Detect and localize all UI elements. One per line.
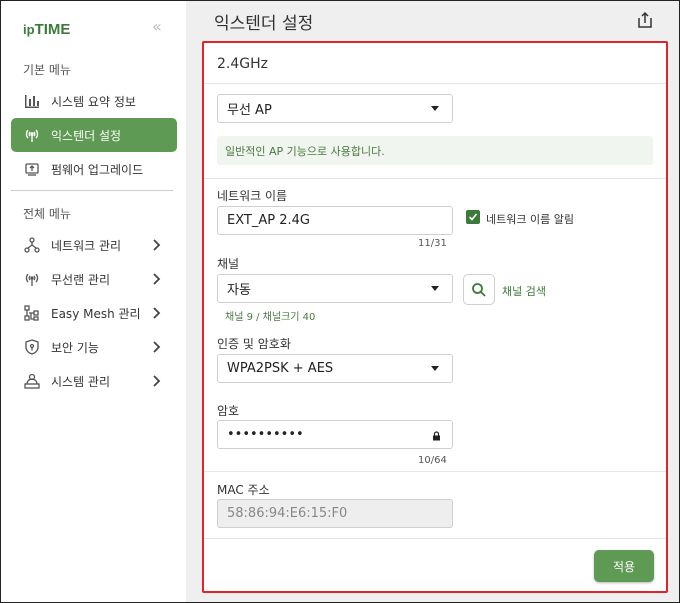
sidebar-item-system[interactable]: 시스템 관리 bbox=[11, 364, 177, 398]
mesh-tree-icon bbox=[23, 304, 41, 322]
sidebar-item-firmware-upgrade[interactable]: 펌웨어 업그레이드 bbox=[11, 152, 177, 186]
section-divider bbox=[204, 538, 666, 539]
chevron-right-icon bbox=[153, 375, 161, 387]
auth-select[interactable]: WPA2PSK + AES bbox=[217, 354, 453, 383]
collapse-sidebar-icon[interactable]: « bbox=[152, 19, 168, 35]
mac-label: MAC 주소 bbox=[217, 483, 270, 497]
channel-search-button[interactable] bbox=[463, 274, 495, 305]
dropdown-caret-icon bbox=[431, 366, 439, 371]
lock-icon bbox=[433, 431, 440, 441]
network-nodes-icon bbox=[23, 236, 41, 254]
main-panel: 익스텐더 설정 2.4GHz 무선 AP 일반적인 AP 기능으로 사용합니다.… bbox=[186, 1, 679, 602]
sidebar-item-easy-mesh[interactable]: Easy Mesh 관리 bbox=[11, 296, 177, 330]
mode-select[interactable]: 무선 AP bbox=[217, 94, 453, 123]
dropdown-caret-icon bbox=[431, 286, 439, 291]
channel-select-value: 자동 bbox=[227, 283, 251, 298]
sidebar-item-system-summary[interactable]: 시스템 요약 정보 bbox=[11, 84, 177, 118]
user-system-icon bbox=[23, 372, 41, 390]
chevron-right-icon bbox=[153, 307, 161, 319]
sidebar-divider bbox=[11, 190, 173, 191]
mac-address-field: 58:86:94:E6:15:F0 bbox=[217, 499, 453, 528]
section-title: 2.4GHz bbox=[217, 56, 268, 72]
sidebar-item-label: 네트워크 관리 bbox=[51, 238, 122, 253]
password-label: 암호 bbox=[217, 404, 240, 418]
sidebar-item-label: 익스텐더 설정 bbox=[51, 128, 122, 143]
page-title: 익스텐더 설정 bbox=[214, 14, 314, 34]
channel-hint: 채널 9 / 채널크기 40 bbox=[225, 312, 316, 323]
sidebar-item-extender-settings[interactable]: 익스텐더 설정 bbox=[11, 118, 177, 152]
all-menu-heading: 전체 메뉴 bbox=[23, 207, 71, 221]
basic-menu-heading: 기본 메뉴 bbox=[23, 63, 71, 77]
channel-label: 채널 bbox=[217, 257, 240, 271]
firmware-chip-icon bbox=[23, 160, 41, 178]
mode-select-value: 무선 AP bbox=[227, 103, 272, 118]
export-icon[interactable] bbox=[636, 11, 654, 29]
dropdown-caret-icon bbox=[431, 106, 439, 111]
section-divider bbox=[204, 178, 666, 179]
chevron-right-icon bbox=[153, 239, 161, 251]
sidebar-item-network[interactable]: 네트워크 관리 bbox=[11, 228, 177, 262]
channel-search-label[interactable]: 채널 검색 bbox=[502, 283, 546, 299]
password-counter: 10/64 bbox=[418, 455, 447, 466]
search-icon bbox=[472, 282, 486, 297]
wireless-antenna-icon bbox=[23, 270, 41, 288]
auth-select-value: WPA2PSK + AES bbox=[227, 361, 334, 376]
sidebar-item-label: 시스템 요약 정보 bbox=[51, 94, 136, 109]
sidebar-item-wireless[interactable]: 무선랜 관리 bbox=[11, 262, 177, 296]
sidebar-item-label: 펌웨어 업그레이드 bbox=[51, 162, 144, 177]
auth-label: 인증 및 암호화 bbox=[217, 337, 291, 351]
settings-card: 2.4GHz 무선 AP 일반적인 AP 기능으로 사용합니다. 네트워크 이름… bbox=[202, 41, 668, 593]
apply-button[interactable]: 적용 bbox=[594, 550, 654, 582]
network-name-label: 네트워크 이름 bbox=[217, 189, 288, 203]
network-name-input[interactable]: EXT_AP 2.4G bbox=[217, 206, 453, 235]
password-value: •••••••••• bbox=[227, 427, 304, 442]
section-divider bbox=[204, 83, 666, 84]
mode-info-box: 일반적인 AP 기능으로 사용합니다. bbox=[217, 136, 653, 165]
sidebar-item-label: 보안 기능 bbox=[51, 340, 99, 355]
shield-icon bbox=[23, 338, 41, 356]
chevron-right-icon bbox=[153, 273, 161, 285]
iptime-logo[interactable]: ipTIME bbox=[23, 21, 70, 38]
sidebar: ipTIME « 기본 메뉴 시스템 요약 정보 익스텐더 설정 펌웨어 업그레… bbox=[1, 1, 185, 602]
broadcast-label: 네트워크 이름 알림 bbox=[486, 213, 574, 226]
network-name-counter: 11/31 bbox=[418, 238, 447, 249]
password-input[interactable]: •••••••••• bbox=[217, 420, 453, 449]
section-divider bbox=[204, 471, 666, 472]
sidebar-item-security[interactable]: 보안 기능 bbox=[11, 330, 177, 364]
channel-select[interactable]: 자동 bbox=[217, 274, 453, 303]
checkmark-icon bbox=[468, 213, 478, 221]
bar-chart-icon bbox=[23, 92, 41, 110]
sidebar-item-label: 시스템 관리 bbox=[51, 374, 111, 389]
sidebar-item-label: Easy Mesh 관리 bbox=[51, 306, 141, 321]
wireless-antenna-icon bbox=[23, 126, 41, 144]
sidebar-item-label: 무선랜 관리 bbox=[51, 272, 111, 287]
broadcast-checkbox[interactable] bbox=[466, 210, 480, 224]
chevron-right-icon bbox=[153, 341, 161, 353]
